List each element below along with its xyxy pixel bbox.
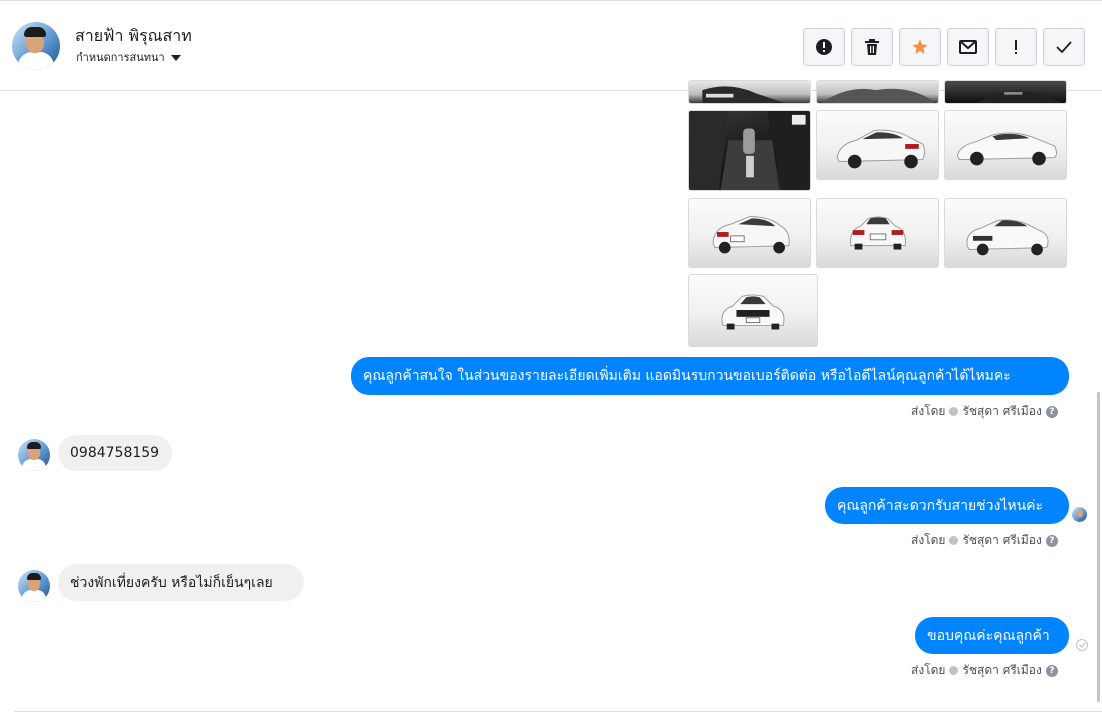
car-photo-thumbnail[interactable] <box>816 110 939 180</box>
alert-circle-icon <box>816 39 832 55</box>
agent-status-icon <box>949 407 959 416</box>
message-text: ขอบคุณค่ะคุณลูกค้า <box>927 627 1050 644</box>
delete-button[interactable] <box>851 28 893 66</box>
car-photo-thumbnail[interactable] <box>944 80 1067 104</box>
envelope-icon <box>959 40 977 54</box>
sent-by-label: ส่งโดย <box>911 533 946 547</box>
outgoing-message[interactable]: คุณลูกค้าสะดวกรับสายช่วงไหนค่ะ <box>825 487 1069 524</box>
composer-divider <box>14 711 1102 712</box>
help-icon[interactable]: ? <box>1045 534 1058 547</box>
star-button[interactable] <box>899 28 941 66</box>
sender-name[interactable]: รัชสุดา ศรีเมือง <box>962 402 1041 421</box>
conversation-header: สายฟ้า พิรุณสาท กำหนดการสนทนา <box>0 0 1102 91</box>
follow-up-button[interactable] <box>995 28 1037 66</box>
incoming-message[interactable]: ช่วงพักเที่ยงครับ หรือไม่ก็เย็นๆเลย <box>58 564 304 601</box>
checkmark-icon <box>1056 41 1072 53</box>
car-photo-thumbnail[interactable] <box>816 80 939 104</box>
outgoing-message[interactable]: คุณลูกค้าสนใจ ในส่วนของรายละเอียดเพิ่มเต… <box>351 357 1069 395</box>
car-photo-thumbnail[interactable] <box>688 110 811 191</box>
car-photo-thumbnail[interactable] <box>944 198 1067 268</box>
agent-status-icon <box>949 666 959 675</box>
sender-name[interactable]: รัชสุดา ศรีเมือง <box>962 661 1041 680</box>
sent-by-info: ส่งโดย รัชสุดา ศรีเมือง ? <box>911 661 1058 680</box>
contact-name[interactable]: สายฟ้า พิรุณสาท <box>75 24 192 49</box>
message-text: คุณลูกค้าสนใจ ในส่วนของรายละเอียดเพิ่มเต… <box>363 368 1011 384</box>
exclamation-icon <box>1015 40 1017 54</box>
message-text: ช่วงพักเที่ยงครับ หรือไม่ก็เย็นๆเลย <box>70 574 273 591</box>
sent-by-info: ส่งโดย รัชสุดา ศรีเมือง ? <box>911 531 1058 550</box>
contact-avatar-small[interactable] <box>18 570 50 602</box>
sent-by-info: ส่งโดย รัชสุดา ศรีเมือง ? <box>911 402 1058 421</box>
conversation-toolbar <box>803 28 1085 66</box>
incoming-message[interactable]: 0984758159 <box>58 435 172 471</box>
done-button[interactable] <box>1043 28 1085 66</box>
caret-down-icon <box>170 54 181 61</box>
car-photo-thumbnail[interactable] <box>816 198 939 268</box>
seen-by-avatar <box>1072 507 1087 522</box>
sent-by-label: ส่งโดย <box>911 663 946 677</box>
message-text: 0984758159 <box>70 445 160 461</box>
car-photo-thumbnail[interactable] <box>688 198 811 268</box>
car-photo-thumbnail[interactable] <box>688 80 811 104</box>
message-text: คุณลูกค้าสะดวกรับสายช่วงไหนค่ะ <box>837 497 1044 514</box>
star-icon <box>912 39 928 54</box>
help-icon[interactable]: ? <box>1045 664 1058 677</box>
outgoing-message[interactable]: ขอบคุณค่ะคุณลูกค้า <box>915 617 1069 654</box>
trash-icon <box>865 39 879 55</box>
conversation-window: สายฟ้า พิรุณสาท กำหนดการสนทนา คุณลูกค้าส… <box>0 0 1102 714</box>
scrollbar[interactable] <box>1097 392 1100 702</box>
conversation-status-label: กำหนดการสนทนา <box>76 51 165 64</box>
spam-button[interactable] <box>803 28 845 66</box>
sender-name[interactable]: รัชสุดา ศรีเมือง <box>962 531 1041 550</box>
mark-unread-button[interactable] <box>947 28 989 66</box>
car-photo-thumbnail[interactable] <box>688 274 818 347</box>
help-icon[interactable]: ? <box>1045 405 1058 418</box>
agent-status-icon <box>949 536 959 545</box>
contact-avatar-small[interactable] <box>18 439 50 471</box>
conversation-status-dropdown[interactable]: กำหนดการสนทนา <box>76 48 181 66</box>
contact-avatar[interactable] <box>12 22 60 70</box>
delivered-check-icon <box>1076 639 1088 651</box>
sent-by-label: ส่งโดย <box>911 404 946 418</box>
car-photo-thumbnail[interactable] <box>944 110 1067 180</box>
